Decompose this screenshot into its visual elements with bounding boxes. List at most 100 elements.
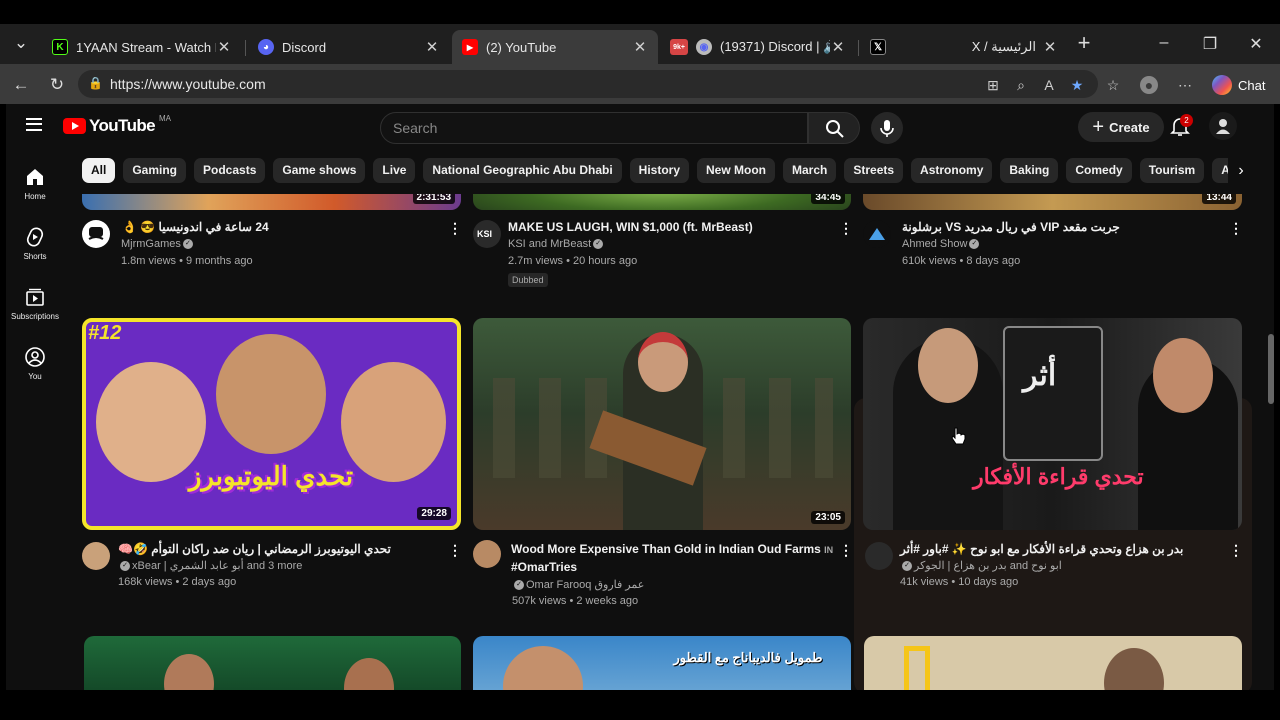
channel-avatar[interactable] — [865, 542, 893, 570]
window-close-icon[interactable]: ✕ — [1246, 34, 1266, 54]
chevron-right-icon[interactable]: › — [1228, 158, 1254, 184]
video-stats: 507k views • 2 weeks ago — [512, 595, 639, 607]
new-tab-button[interactable]: + — [1073, 32, 1095, 54]
video-title[interactable]: جربت مقعد VIP في ريال مدريد VS برشلونة — [902, 218, 1120, 236]
chip-new-moon[interactable]: New Moon — [697, 158, 775, 183]
channel-name-text: Omar Farooq عمر فاروق — [526, 579, 645, 591]
account-avatar[interactable] — [1209, 112, 1237, 140]
natgeo-frame-icon — [904, 646, 930, 690]
site-info-icon[interactable]: 🔒 — [88, 76, 103, 90]
channel-avatar[interactable]: KSI — [473, 220, 501, 248]
more-actions-icon[interactable]: ⋮ — [1229, 542, 1243, 558]
thumb-person — [503, 646, 583, 690]
channel-avatar[interactable] — [82, 542, 110, 570]
channel-name[interactable]: ✓ Omar Farooq عمر فاروق — [512, 578, 644, 591]
tab-list-button[interactable]: ⌄ — [10, 32, 32, 54]
video-thumbnail[interactable] — [84, 636, 461, 690]
channel-name[interactable]: Ahmed Show ✓ — [902, 238, 981, 250]
refresh-icon[interactable]: ↻ — [46, 74, 68, 96]
video-thumbnail[interactable]: 23:05 — [473, 318, 851, 530]
chip-astronomy[interactable]: Astronomy — [911, 158, 993, 183]
channel-name[interactable]: MjrmGames ✓ — [121, 238, 195, 250]
chip-podcasts[interactable]: Podcasts — [194, 158, 266, 183]
voice-search-button[interactable] — [871, 112, 903, 144]
chat-label: Chat — [1238, 77, 1266, 93]
chip-national-geographic-abu-dhabi[interactable]: National Geographic Abu Dhabi — [423, 158, 622, 183]
video-thumbnail[interactable]: طمويل فالديباناج مع القطور — [473, 636, 851, 690]
video-title-line2[interactable]: #OmarTries — [511, 558, 577, 576]
minimize-icon[interactable]: – — [1154, 34, 1174, 52]
copilot-chat-button[interactable]: Chat — [1206, 72, 1274, 98]
chip-live[interactable]: Live — [373, 158, 416, 183]
close-icon[interactable]: ✕ — [1042, 38, 1058, 56]
page-scrollbar[interactable] — [1268, 148, 1274, 690]
more-actions-icon[interactable]: ⋮ — [448, 220, 462, 236]
profile-icon[interactable]: ● — [1140, 76, 1158, 94]
restore-icon[interactable]: ❐ — [1200, 34, 1220, 54]
channel-avatar[interactable] — [82, 220, 110, 248]
chip-history[interactable]: History — [629, 158, 689, 183]
chip-march[interactable]: March — [783, 158, 837, 183]
chip-tourism[interactable]: Tourism — [1139, 158, 1205, 183]
close-icon[interactable]: ✕ — [632, 38, 648, 56]
close-icon[interactable]: ✕ — [424, 38, 440, 56]
back-icon[interactable]: ← — [10, 74, 32, 96]
video-thumbnail[interactable]: أثر تحدي قراءة الأفكار — [863, 318, 1242, 530]
youtube-logo[interactable]: YouTube MA — [63, 114, 171, 136]
more-actions-icon[interactable]: ⋮ — [448, 542, 462, 558]
tab-discord-voice[interactable]: 9k+ ◉ (19371) Discord | 🔊 -S ✕ — [660, 30, 856, 64]
tab-title: (2) YouTube — [486, 39, 557, 55]
channel-avatar[interactable] — [473, 540, 501, 568]
chip-baking[interactable]: Baking — [1000, 158, 1059, 183]
chip-all[interactable]: All — [82, 158, 116, 183]
more-icon[interactable]: ⋯ — [1176, 76, 1194, 94]
read-aloud-icon[interactable]: A — [1040, 76, 1058, 94]
ksi-logo-icon: KSI — [477, 229, 492, 239]
zoom-icon[interactable]: ⌕ — [1012, 76, 1030, 94]
channel-name[interactable]: ✓ xBear | أبو عابد الشمري and 3 more — [118, 559, 302, 572]
create-button[interactable]: + Create — [1078, 112, 1164, 142]
video-title[interactable]: MAKE US LAUGH, WIN $1,000 (ft. MrBeast) — [508, 218, 753, 236]
channel-name[interactable]: KSI and MrBeast ✓ — [508, 238, 605, 250]
video-title[interactable]: 24 ساعة في اندونيسيا 😎 👌 — [122, 218, 269, 236]
thumb-logo-card — [1003, 326, 1103, 461]
plus-icon: + — [1092, 115, 1105, 138]
url-field[interactable]: 🔒 https://www.youtube.com — [78, 70, 1098, 98]
chip-game-shows[interactable]: Game shows — [273, 158, 366, 183]
favorite-star-icon[interactable]: ★ — [1068, 76, 1086, 94]
close-icon[interactable]: ✕ — [216, 38, 232, 56]
chip-comedy[interactable]: Comedy — [1066, 158, 1132, 183]
chip-streets[interactable]: Streets — [844, 158, 904, 183]
video-title[interactable]: تحدي اليوتيوبرز الرمضاني | ريان ضد راكان… — [118, 540, 391, 558]
x-icon: 𝕏 — [870, 39, 886, 55]
avatar-figure-icon — [1216, 119, 1230, 134]
video-thumbnail[interactable]: 13:44 — [863, 194, 1242, 210]
favorites-icon[interactable]: ☆ — [1104, 76, 1122, 94]
video-stats: 2.7m views • 20 hours ago — [508, 255, 638, 267]
video-title[interactable]: Wood More Expensive Than Gold in Indian … — [511, 540, 833, 559]
tab-x[interactable]: 𝕏 X / الرئيسية ✕ — [860, 30, 1068, 64]
tab-title: X / الرئيسية — [971, 39, 1036, 54]
video-thumbnail[interactable]: 34:45 — [473, 194, 851, 210]
channel-avatar[interactable] — [863, 220, 891, 248]
menu-icon[interactable] — [26, 118, 42, 131]
more-actions-icon[interactable]: ⋮ — [839, 542, 853, 558]
video-title[interactable]: بدر بن هزاع وتحدي قراءة الأفكار مع ابو ن… — [900, 540, 1183, 558]
tab-discord[interactable]: ◕ Discord ✕ — [248, 30, 450, 64]
create-label: Create — [1109, 119, 1150, 135]
search-button[interactable] — [808, 112, 860, 144]
search-input[interactable]: Search — [380, 112, 808, 144]
close-icon[interactable]: ✕ — [830, 38, 846, 56]
thumb-caption: طمويل فالديباناج مع القطور — [673, 650, 823, 665]
scrollbar-thumb[interactable] — [1268, 334, 1274, 404]
video-thumbnail[interactable]: #12 تحدي اليوتيوبرز 29:28 — [82, 318, 461, 530]
video-thumbnail[interactable] — [864, 636, 1242, 690]
video-thumbnail[interactable]: 2:31:53 — [82, 194, 461, 210]
tab-youtube[interactable]: ▶ (2) YouTube ✕ — [452, 30, 658, 64]
more-actions-icon[interactable]: ⋮ — [839, 220, 853, 236]
app-available-icon[interactable]: ⊞ — [984, 76, 1002, 94]
channel-name[interactable]: ✓ بدر بن هزاع | الجوكر and ابو نوح — [900, 559, 1062, 572]
more-actions-icon[interactable]: ⋮ — [1229, 220, 1243, 236]
chip-gaming[interactable]: Gaming — [123, 158, 187, 183]
tab-kick[interactable]: K 1YAAN Stream - Watch Live ✕ — [42, 30, 242, 64]
